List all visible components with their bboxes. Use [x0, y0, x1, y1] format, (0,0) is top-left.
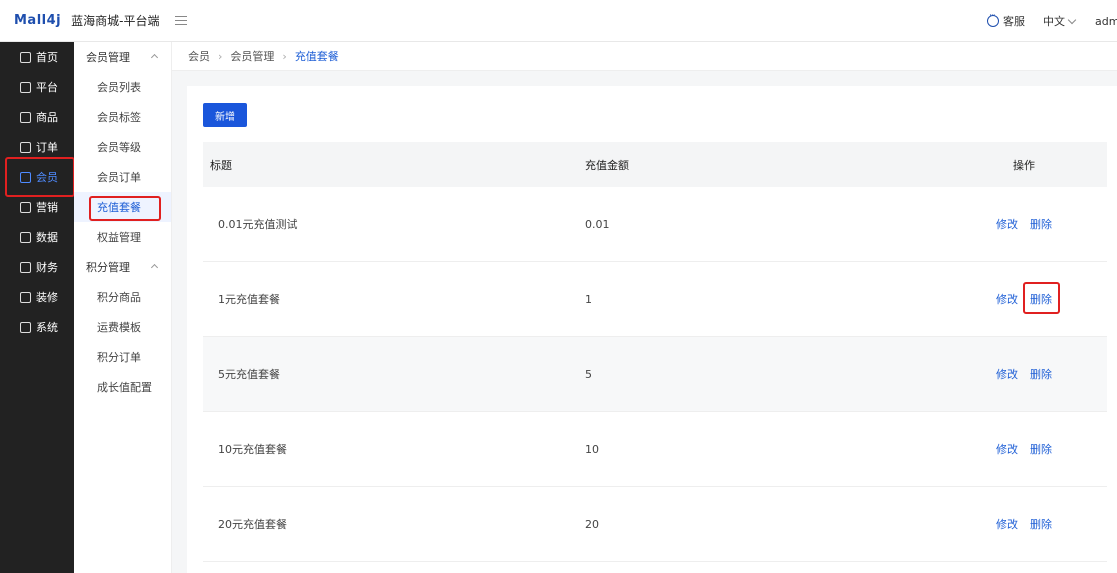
sidebar-item-label: 订单	[36, 141, 58, 154]
sidebar-item-label: 系统	[36, 321, 58, 334]
submenu-item-points-products[interactable]: 积分商品	[74, 282, 171, 312]
add-button[interactable]: 新增	[203, 103, 247, 127]
chevron-right-icon: ›	[218, 49, 223, 63]
sidebar-item-label: 装修	[36, 291, 58, 304]
wallet-icon	[20, 261, 31, 273]
submenu-item-points-orders[interactable]: 积分订单	[74, 342, 171, 372]
submenu-item-member-tags[interactable]: 会员标签	[74, 102, 171, 132]
customer-service-label: 客服	[1003, 15, 1025, 28]
cell-ops: 修改 删除	[996, 216, 1064, 232]
submenu-item-member-orders[interactable]: 会员订单	[74, 162, 171, 192]
header-actions: 客服 中文 admin	[987, 0, 1117, 42]
menu-toggle-icon[interactable]	[175, 15, 188, 26]
user-menu[interactable]: admin	[1095, 15, 1117, 28]
sidebar-item-label: 首页	[36, 51, 58, 64]
breadcrumb-current: 充值套餐	[294, 50, 339, 63]
submenu-item-growth-config[interactable]: 成长值配置	[74, 372, 171, 402]
breadcrumb-item[interactable]: 会员	[188, 48, 210, 64]
submenu-group-points-management[interactable]: 积分管理	[74, 252, 171, 282]
sidebar-item-system[interactable]: 系统	[0, 312, 74, 342]
chevron-down-icon	[1067, 15, 1077, 25]
column-header-amount: 充值金额	[585, 158, 629, 172]
cell-amount: 10	[585, 442, 599, 456]
gear-icon	[20, 321, 31, 333]
submenu-group-label: 积分管理	[86, 261, 130, 274]
language-label: 中文	[1043, 15, 1065, 28]
delete-link[interactable]: 删除	[1030, 218, 1052, 231]
breadcrumb: 会员 › 会员管理 › 充值套餐	[172, 42, 1117, 71]
recharge-table: 标题 充值金额 操作 0.01元充值测试 0.01 修改 删除 1元充值套餐 1 …	[203, 142, 1107, 562]
delete-link[interactable]: 删除	[1030, 518, 1052, 531]
chevron-right-icon: ›	[282, 49, 287, 63]
breadcrumb-item[interactable]: 会员管理	[230, 48, 274, 64]
edit-link[interactable]: 修改	[996, 443, 1018, 456]
logo[interactable]: Mall4j	[14, 13, 61, 28]
language-select[interactable]: 中文	[1043, 13, 1077, 29]
edit-link[interactable]: 修改	[996, 368, 1018, 381]
cell-ops: 修改 删除	[996, 516, 1064, 532]
home-icon	[20, 51, 31, 63]
cell-amount: 5	[585, 367, 592, 381]
edit-link[interactable]: 修改	[996, 518, 1018, 531]
edit-link[interactable]: 修改	[996, 218, 1018, 231]
sidebar-item-data[interactable]: 数据	[0, 222, 74, 252]
sidebar-item-label: 数据	[36, 231, 58, 244]
submenu-item-member-levels[interactable]: 会员等级	[74, 132, 171, 162]
highlight-delete-link	[1023, 282, 1060, 314]
delete-link[interactable]: 删除	[1030, 443, 1052, 456]
chart-icon	[20, 231, 31, 243]
sub-sidebar: 会员管理 会员列表 会员标签 会员等级 会员订单 充值套餐 权益管理 积分管理 …	[74, 42, 172, 573]
chevron-up-icon	[150, 263, 159, 272]
column-header-title: 标题	[210, 158, 232, 172]
submenu-item-benefits[interactable]: 权益管理	[74, 222, 171, 252]
cell-title: 1元充值套餐	[218, 293, 280, 306]
cell-ops: 修改 删除	[996, 366, 1064, 382]
sidebar-item-platform[interactable]: 平台	[0, 72, 74, 102]
document-icon	[20, 141, 31, 153]
table-row: 20元充值套餐 20 修改 删除	[203, 487, 1107, 562]
table-row: 0.01元充值测试 0.01 修改 删除	[203, 187, 1107, 262]
sidebar-item-products[interactable]: 商品	[0, 102, 74, 132]
brush-icon	[20, 291, 31, 303]
cell-ops: 修改 删除	[996, 441, 1064, 457]
cell-title: 10元充值套餐	[218, 443, 287, 456]
main-sidebar: 首页 平台 商品 订单 会员 营销 数据 财务 装修 系统	[0, 42, 74, 573]
edit-link[interactable]: 修改	[996, 293, 1018, 306]
app-title: 蓝海商城-平台端	[71, 14, 160, 28]
cell-amount: 1	[585, 292, 592, 306]
cell-amount: 20	[585, 517, 599, 531]
gift-icon	[20, 201, 31, 213]
submenu-item-shipping-templates[interactable]: 运费模板	[74, 312, 171, 342]
submenu-item-member-list[interactable]: 会员列表	[74, 72, 171, 102]
table-row: 5元充值套餐 5 修改 删除	[203, 337, 1107, 412]
submenu-group-label: 会员管理	[86, 51, 130, 64]
cell-title: 20元充值套餐	[218, 518, 287, 531]
highlight-recharge-packages	[89, 196, 161, 221]
table-row: 1元充值套餐 1 修改 删除	[203, 262, 1107, 337]
bag-icon	[20, 111, 31, 123]
cell-title: 0.01元充值测试	[218, 218, 298, 231]
chevron-up-icon	[150, 53, 159, 62]
column-header-ops: 操作	[1013, 158, 1035, 172]
cell-title: 5元充值套餐	[218, 368, 280, 381]
table-row: 10元充值套餐 10 修改 删除	[203, 412, 1107, 487]
sidebar-item-home[interactable]: 首页	[0, 42, 74, 72]
customer-service-button[interactable]: 客服	[987, 11, 1025, 29]
sidebar-item-label: 财务	[36, 261, 58, 274]
sidebar-item-label: 平台	[36, 81, 58, 94]
sidebar-item-label: 商品	[36, 111, 58, 124]
sidebar-item-label: 营销	[36, 201, 58, 214]
top-header: Mall4j 蓝海商城-平台端 客服 中文 admin	[0, 0, 1117, 42]
chat-icon	[987, 11, 999, 27]
sidebar-item-finance[interactable]: 财务	[0, 252, 74, 282]
monitor-icon	[20, 81, 31, 93]
highlight-members	[5, 157, 75, 197]
content-panel: 新增 标题 充值金额 操作 0.01元充值测试 0.01 修改 删除 1元充值套餐…	[187, 86, 1117, 573]
table-header: 标题 充值金额 操作	[203, 142, 1107, 187]
delete-link[interactable]: 删除	[1030, 368, 1052, 381]
submenu-group-member-management[interactable]: 会员管理	[74, 42, 171, 72]
cell-amount: 0.01	[585, 217, 610, 231]
sidebar-item-decoration[interactable]: 装修	[0, 282, 74, 312]
